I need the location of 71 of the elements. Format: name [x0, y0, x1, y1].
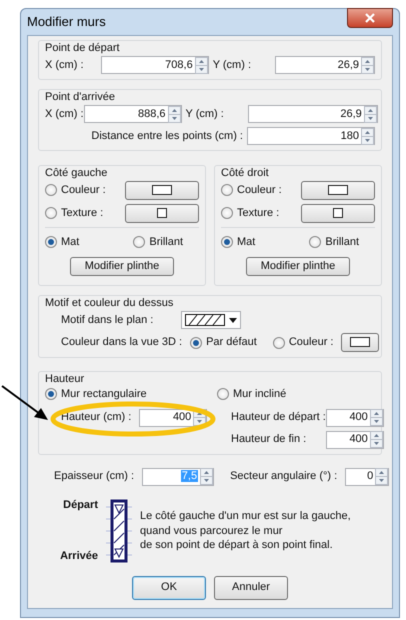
group-title: Côté droit — [221, 166, 270, 180]
radio-option[interactable]: Brillant — [133, 236, 183, 249]
field-label: Secteur angulaire (°) : — [230, 470, 338, 484]
number-field[interactable]: 0 — [345, 468, 390, 486]
radio-option[interactable]: Mur rectangulaire — [45, 388, 217, 401]
spin-arrows-icon[interactable] — [370, 431, 383, 448]
hatch-pattern-icon — [185, 314, 225, 326]
dialog-button[interactable]: Annuler — [214, 576, 288, 600]
end-label: Arrivée — [59, 550, 98, 563]
rectangle-icon — [350, 337, 370, 348]
field-label: X (cm) : — [45, 108, 84, 122]
radio-option[interactable]: Brillant — [309, 236, 359, 249]
radio-option[interactable]: Couleur : — [45, 184, 125, 197]
number-field[interactable]: 400 — [326, 430, 384, 449]
spin-arrows-icon[interactable] — [361, 128, 374, 145]
window-title: Modifier murs — [27, 14, 106, 30]
spin-arrows-icon[interactable] — [364, 106, 377, 123]
swatch-button[interactable] — [301, 204, 375, 223]
square-icon — [333, 208, 343, 218]
spin-arrows-icon[interactable] — [200, 468, 214, 486]
pattern-dropdown[interactable] — [181, 311, 241, 330]
start-label: Départ — [62, 498, 98, 512]
spin-arrows-icon[interactable] — [194, 56, 208, 74]
spin-arrows-icon[interactable] — [168, 106, 180, 123]
caret-icon — [229, 318, 237, 323]
field-label: Hauteur de fin : — [231, 433, 306, 446]
group-title: Point d'arrivée — [45, 91, 116, 104]
field-label: Distance entre les points (cm) : — [91, 130, 243, 144]
number-field[interactable]: 400 — [139, 408, 208, 427]
field-label: X (cm) : — [45, 58, 84, 72]
number-field[interactable]: 180 — [247, 127, 375, 146]
square-icon — [157, 208, 167, 218]
swatch-button[interactable] — [125, 180, 199, 200]
number-field[interactable]: 888,6 — [84, 105, 182, 124]
number-field[interactable]: 400 — [326, 408, 384, 427]
dialog-button[interactable]: OK — [132, 576, 206, 600]
field-label: Y (cm) : — [212, 58, 251, 72]
field-label: Motif dans le plan : — [61, 314, 154, 327]
modify-baseboard-button[interactable]: Modifier plinthe — [246, 256, 350, 276]
swatch-button[interactable] — [125, 204, 199, 223]
spin-arrows-icon[interactable] — [375, 468, 388, 486]
radio-option[interactable]: Couleur : — [272, 336, 334, 350]
radio-option[interactable]: Texture : — [45, 206, 125, 220]
radio-option[interactable]: Texture : — [221, 206, 301, 220]
group-title: Motif et couleur du dessus — [45, 297, 174, 310]
radio-option[interactable]: Couleur : — [221, 184, 301, 197]
field-label: Epaisseur (cm) : — [54, 470, 134, 484]
legend-paragraph: Le côté gauche d'un mur est sur la gauche, quand vous parcourez le mur de son point de départ à son point final. — [140, 509, 351, 552]
field-label: Hauteur (cm) : — [61, 411, 132, 424]
number-field[interactable]: 708,6 — [100, 56, 209, 74]
close-icon — [364, 13, 376, 23]
field-label: Couleur dans la vue 3D : — [61, 336, 182, 350]
swatch-button[interactable] — [301, 180, 375, 200]
radio-option[interactable]: Mat — [45, 236, 80, 249]
radio-option[interactable]: Mur incliné — [217, 388, 286, 401]
rectangle-icon — [328, 184, 348, 195]
number-field[interactable]: 26,9 — [275, 56, 375, 74]
number-field[interactable]: 26,9 — [248, 105, 378, 124]
group-title: Côté gauche — [45, 166, 108, 180]
rectangle-icon — [152, 184, 172, 195]
group-title: Hauteur — [45, 373, 86, 387]
group-title: Point de départ — [45, 42, 121, 56]
radio-option[interactable]: Par défaut — [190, 336, 257, 350]
swatch-button[interactable] — [341, 333, 380, 352]
spin-arrows-icon[interactable] — [370, 409, 383, 426]
radio-option[interactable]: Mat — [221, 236, 256, 249]
spin-arrows-icon[interactable] — [361, 56, 374, 74]
field-label: Hauteur de départ : — [231, 411, 326, 424]
field-label: Y (cm) : — [186, 108, 224, 122]
modify-baseboard-button[interactable]: Modifier plinthe — [70, 256, 174, 276]
close-button[interactable] — [347, 8, 393, 28]
